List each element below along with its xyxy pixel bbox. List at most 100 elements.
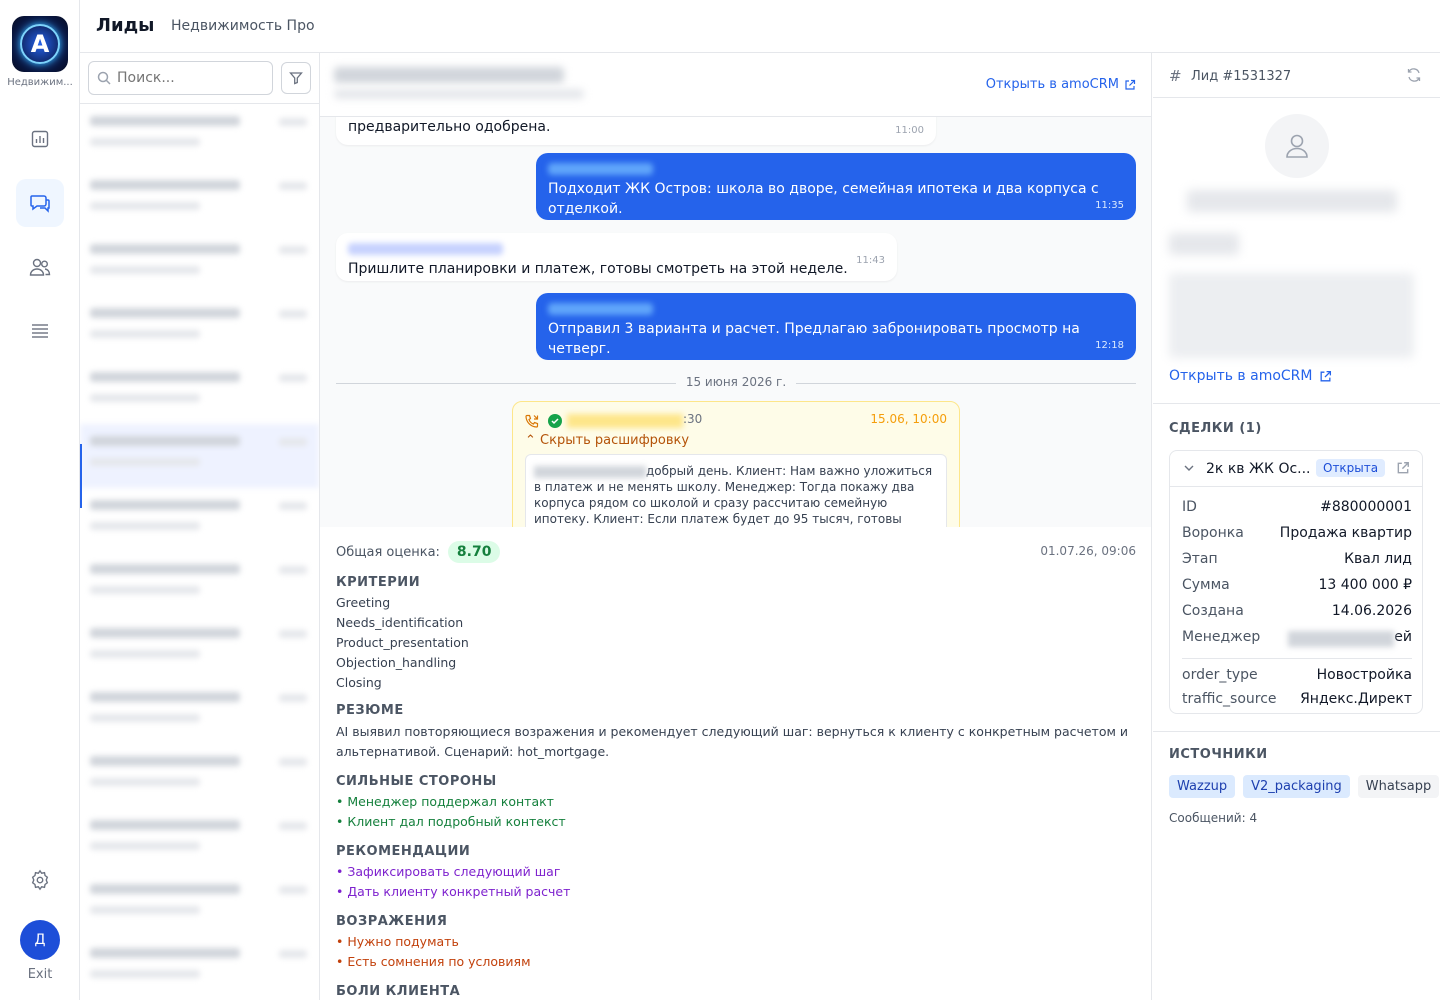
score-row: Общая оценка: 8.70 (336, 541, 501, 563)
deal-custom-field: order_type Новостройка (1182, 667, 1412, 683)
source-tag[interactable]: V2_packaging (1243, 775, 1350, 798)
message-time: 12:18 (1095, 340, 1124, 351)
source-tag[interactable]: Whatsapp (1357, 775, 1440, 798)
nav-analytics[interactable] (16, 115, 64, 163)
deal-field: Сумма 13 400 000 ₽ (1182, 577, 1412, 593)
open-amocrm-link[interactable]: Открыть в amoCRM (1169, 368, 1332, 384)
open-amocrm-label: Открыть в amoCRM (985, 77, 1119, 92)
list-icon (32, 324, 48, 338)
search-box[interactable] (88, 61, 273, 95)
refresh-button[interactable] (1406, 67, 1422, 87)
lead-details-panel: # Лид #1531327 Открыть в amoCRM СДЕЛКИ (… (1153, 53, 1440, 1000)
call-duration: :30 (683, 412, 703, 426)
list-item[interactable] (80, 744, 319, 808)
user-icon (1286, 134, 1308, 158)
summary-text: AI выявил повторяющиеся возражения и рек… (336, 724, 1129, 739)
chevron-up-icon: ⌃ (525, 433, 536, 448)
source-tag[interactable]: Wazzup (1169, 775, 1236, 798)
strengths-title: СИЛЬНЫЕ СТОРОНЫ (336, 774, 497, 789)
deal-status-badge: Открыта (1316, 459, 1386, 477)
deal-header[interactable]: 2к кв ЖК Ос... Открыта (1170, 451, 1422, 487)
filter-button[interactable] (281, 62, 311, 94)
nav-list[interactable] (16, 307, 64, 355)
manager-name-redacted (1288, 631, 1394, 647)
deals-title: СДЕЛКИ (1) (1169, 421, 1262, 436)
list-item[interactable] (80, 232, 319, 296)
summary-title: РЕЗЮМЕ (336, 703, 404, 718)
message-time: 11:00 (895, 125, 924, 136)
message-text: Пришлите планировки и платеж, готовы смо… (348, 261, 848, 277)
list-item[interactable] (80, 360, 319, 424)
exit-button[interactable]: Exit (0, 967, 80, 982)
criterion-item: Objection_handling (336, 655, 457, 670)
list-item[interactable] (80, 808, 319, 872)
sender-redacted (548, 303, 653, 315)
objections-title: ВОЗРАЖЕНИЯ (336, 914, 448, 929)
list-item[interactable] (80, 680, 319, 744)
list-item[interactable] (80, 936, 319, 1000)
chat-panel: Открыть в amoCRM предварительно одобрена… (320, 53, 1152, 1000)
call-datetime: 15.06, 10:00 (870, 412, 947, 426)
strength-item: • Менеджер поддержал контакт (336, 794, 554, 809)
nav-settings[interactable] (16, 856, 64, 904)
list-item[interactable] (80, 424, 319, 488)
lead-list (80, 103, 319, 1000)
lead-name-redacted (1187, 190, 1397, 212)
score-label: Общая оценка: (336, 544, 440, 560)
search-input[interactable] (117, 70, 267, 86)
deal-card: 2к кв ЖК Ос... Открыта ID #880000001 Воро… (1169, 450, 1423, 714)
user-avatar[interactable]: Д (20, 920, 60, 960)
app-logo[interactable]: A (12, 16, 68, 72)
list-item[interactable] (80, 104, 319, 168)
page-title: Лиды (96, 15, 155, 36)
chart-icon (31, 130, 49, 148)
analysis-datetime: 01.07.26, 09:06 (1040, 544, 1136, 558)
left-rail: A Недвижим... Д Exit (0, 0, 80, 1000)
deal-field: Воронка Продажа квартир (1182, 525, 1412, 541)
hide-transcript-button[interactable]: ⌃ Скрыть расшифровку (525, 433, 689, 448)
sender-redacted (548, 163, 653, 175)
message-text: предварительно одобрена. (348, 119, 551, 135)
external-link-icon (1125, 79, 1136, 90)
deal-field: Создана 14.06.2026 (1182, 603, 1412, 619)
top-header: Лиды Недвижимость Про (80, 0, 1440, 53)
lead-avatar (1265, 114, 1329, 178)
message-text: Подходит ЖК Остров: школа во дворе, семе… (548, 181, 1099, 217)
message-bubble: Подходит ЖК Остров: школа во дворе, семе… (536, 153, 1136, 220)
lead-field-redacted (1169, 233, 1239, 255)
nav-contacts[interactable] (16, 243, 64, 291)
date-separator-text: 15 июня 2026 г. (675, 375, 797, 389)
list-item[interactable] (80, 168, 319, 232)
list-item[interactable] (80, 616, 319, 680)
phone-icon (525, 414, 539, 428)
strength-item: • Клиент дал подробный контекст (336, 814, 566, 829)
list-item[interactable] (80, 872, 319, 936)
message-bubble: Отправил 3 варианта и расчет. Предлагаю … (536, 293, 1136, 360)
list-item[interactable] (80, 552, 319, 616)
users-icon (29, 258, 51, 276)
list-item[interactable] (80, 296, 319, 360)
lead-id: Лид #1531327 (1191, 69, 1292, 84)
objection-item: • Есть сомнения по условиям (336, 954, 531, 969)
deal-field: Этап Квал лид (1182, 551, 1412, 567)
phone-number-redacted (567, 414, 683, 428)
nav-chats[interactable] (16, 179, 64, 227)
refresh-icon (1407, 68, 1421, 82)
sender-redacted (348, 243, 503, 255)
chat-header: Открыть в amoCRM (320, 53, 1151, 117)
message-bubble: предварительно одобрена. 11:00 (336, 117, 936, 145)
external-link-icon[interactable] (1396, 461, 1410, 475)
criterion-item: Closing (336, 675, 382, 690)
lead-info-redacted (1169, 273, 1414, 358)
ai-analysis: Общая оценка: 8.70 01.07.26, 09:06 КРИТЕ… (320, 527, 1151, 1000)
open-amocrm-link[interactable]: Открыть в amoCRM (986, 77, 1136, 92)
recommendation-item: • Дать клиенту конкретный расчет (336, 884, 571, 899)
search-icon (97, 71, 111, 85)
sources-title: ИСТОЧНИКИ (1169, 747, 1268, 762)
active-item-marker (80, 444, 82, 508)
list-item[interactable] (80, 488, 319, 552)
hash-icon: # (1169, 67, 1182, 85)
chevron-down-icon[interactable] (1182, 461, 1196, 475)
message-text: Отправил 3 варианта и расчет. Предлагаю … (548, 321, 1080, 357)
external-link-icon (1320, 370, 1331, 381)
